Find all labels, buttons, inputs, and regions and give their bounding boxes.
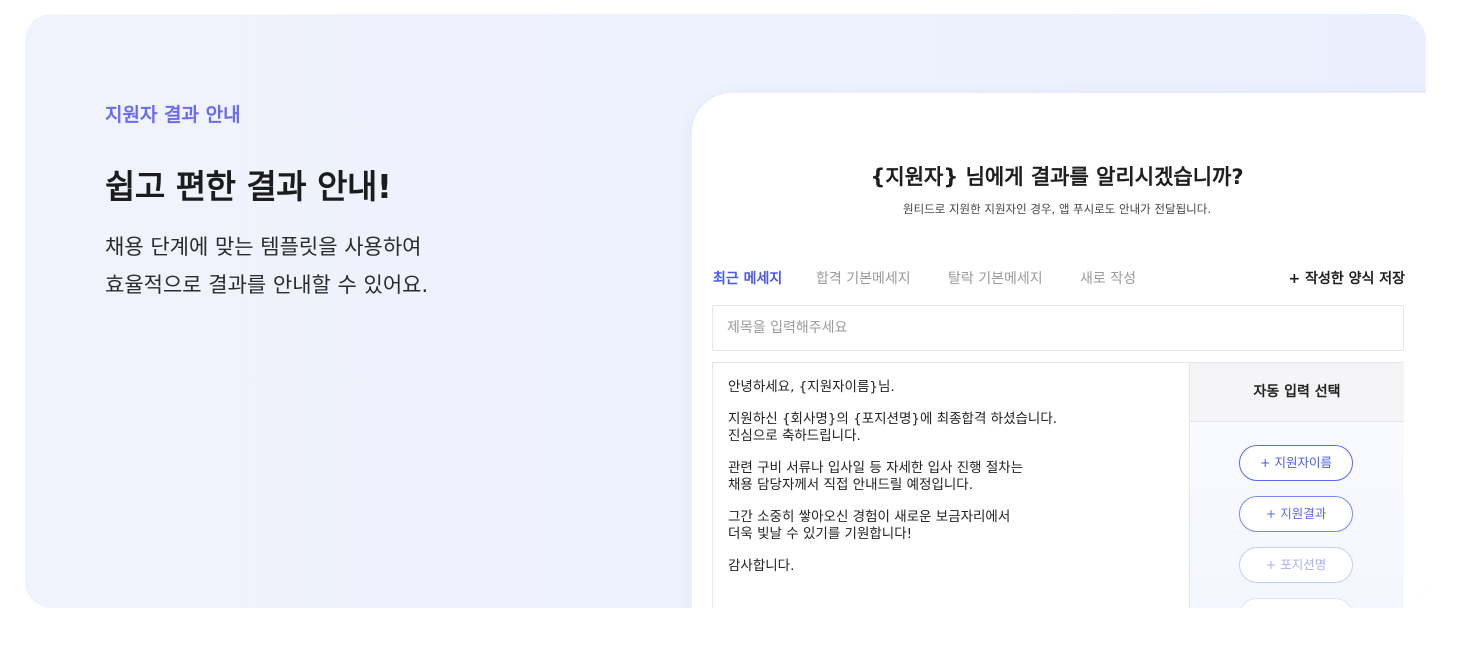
tab-pass-default-message[interactable]: 합격 기본메세지 — [816, 268, 911, 288]
message-line: 더욱 빛날 수 있기를 기원합니다! — [728, 526, 913, 542]
tab-new-message[interactable]: 새로 작성 — [1080, 268, 1136, 288]
hero-headline: 쉽고 편한 결과 안내! — [105, 167, 392, 206]
insert-position-name-button[interactable]: + 포지션명 — [1239, 547, 1353, 583]
message-line: 지원하신 {회사명}의 {포지션명}에 최종합격 하셨습니다. — [728, 411, 1058, 427]
tab-recent-message[interactable]: 최근 메세지 — [713, 268, 782, 288]
message-line: 관련 구비 서류나 입사일 등 자세한 입사 진행 절차는 — [728, 460, 1024, 476]
hero-description: 채용 단계에 맞는 템플릿을 사용하여 효율적으로 결과를 안내할 수 있어요. — [105, 228, 428, 304]
auto-input-heading: 자동 입력 선택 — [1190, 363, 1404, 422]
save-template-button[interactable]: + 작성한 양식 저장 — [1288, 268, 1405, 288]
message-line: 감사합니다. — [728, 558, 795, 574]
auto-input-panel: 자동 입력 선택 + 지원자이름 + 지원결과 + 포지션명 — [1189, 363, 1404, 608]
message-line: 안녕하세요, {지원자이름}님. — [728, 379, 895, 395]
insert-applicant-name-button[interactable]: + 지원자이름 — [1239, 445, 1353, 481]
card-title: {지원자} 님에게 결과를 알리시겠습니까? — [870, 165, 1244, 189]
message-tabs: 최근 메세지 합격 기본메세지 탈락 기본메세지 새로 작성 + 작성한 양식 … — [713, 268, 1405, 292]
message-body-textarea[interactable]: 안녕하세요, {지원자이름}님. 지원하신 {회사명}의 {포지션명}에 최종합… — [728, 379, 1188, 575]
tab-fail-default-message[interactable]: 탈락 기본메세지 — [948, 268, 1043, 288]
message-line: 채용 담당자께서 직접 안내드릴 예정입니다. — [728, 477, 974, 493]
message-title-input[interactable] — [712, 305, 1404, 351]
insert-result-button[interactable]: + 지원결과 — [1239, 496, 1353, 532]
section-eyebrow: 지원자 결과 안내 — [105, 104, 241, 126]
result-notice-card: {지원자} 님에게 결과를 알리시겠습니까? 원티드로 지원한 지원자인 경우,… — [692, 93, 1426, 608]
insert-variable-button[interactable] — [1239, 598, 1353, 608]
message-line: 그간 소중히 쌓아오신 경험이 새로운 보금자리에서 — [728, 509, 1011, 525]
message-editor: 안녕하세요, {지원자이름}님. 지원하신 {회사명}의 {포지션명}에 최종합… — [712, 362, 1404, 608]
message-line: 진심으로 축하드립니다. — [728, 428, 861, 444]
card-subtitle: 원티드로 지원한 지원자인 경우, 앱 푸시로도 안내가 전달됩니다. — [903, 202, 1211, 216]
hero-description-line: 채용 단계에 맞는 템플릿을 사용하여 — [105, 235, 422, 259]
hero-description-line: 효율적으로 결과를 안내할 수 있어요. — [105, 273, 429, 297]
hero-section: 지원자 결과 안내 쉽고 편한 결과 안내! 채용 단계에 맞는 템플릿을 사용… — [25, 14, 1426, 608]
